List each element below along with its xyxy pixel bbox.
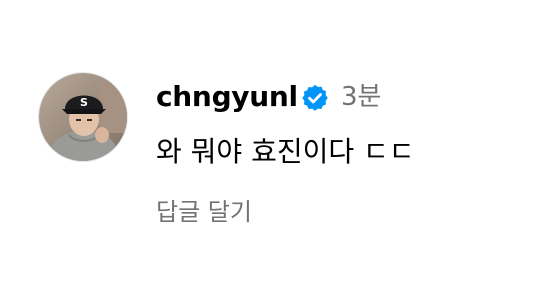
comment-text: 와 뭐야 효진이다 ㄷㄷ bbox=[156, 135, 415, 168]
username[interactable]: chngyunl bbox=[156, 79, 298, 115]
reply-button[interactable]: 답글 달기 bbox=[156, 196, 252, 228]
svg-text:S: S bbox=[80, 96, 88, 109]
verified-badge-icon bbox=[300, 83, 330, 113]
comment-item: S chngyunl 3분 와 뭐야 효진이다 ㄷㄷ 답글 달기 bbox=[0, 0, 537, 303]
avatar-image: S bbox=[39, 73, 127, 161]
avatar[interactable]: S bbox=[38, 72, 128, 162]
timestamp: 3분 bbox=[341, 82, 382, 112]
